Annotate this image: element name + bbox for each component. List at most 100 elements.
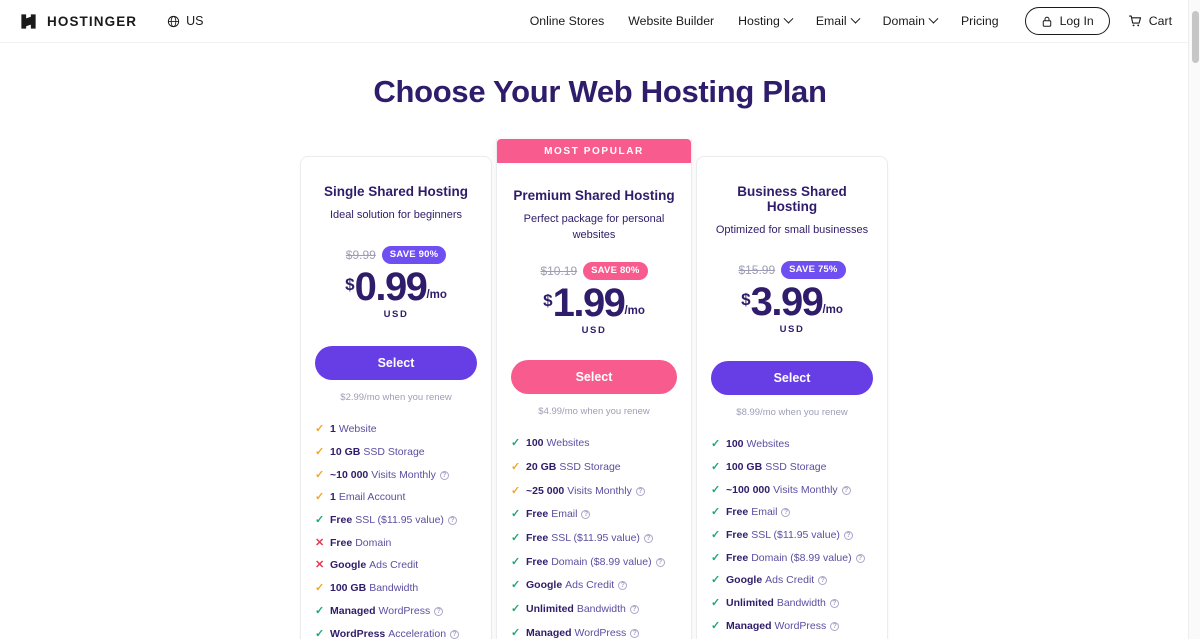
old-price: $9.99 bbox=[345, 247, 376, 262]
feature-text: Unlimited Bandwidth? bbox=[526, 603, 639, 616]
feature-value: WordPress bbox=[330, 627, 386, 639]
plan-name: Single Shared Hosting bbox=[323, 184, 469, 199]
check-icon: ✓ bbox=[315, 468, 325, 481]
feature-value: Google bbox=[330, 559, 367, 572]
feature-item: ✓ 100 Websites bbox=[511, 437, 677, 450]
feature-text: Free Domain ($8.99 value)? bbox=[526, 556, 665, 569]
info-icon[interactable]: ? bbox=[629, 605, 639, 615]
nav-label: Email bbox=[815, 14, 847, 28]
info-icon[interactable]: ? bbox=[855, 553, 865, 563]
page-scrollbar[interactable] bbox=[1188, 0, 1200, 639]
feature-label: Acceleration bbox=[388, 627, 447, 639]
check-icon: ✓ bbox=[711, 551, 721, 564]
plan-tagline: Ideal solution for beginners bbox=[329, 209, 463, 221]
info-icon[interactable]: ? bbox=[630, 628, 640, 638]
select-button[interactable]: Select bbox=[711, 361, 873, 396]
nav-item-hosting[interactable]: Hosting bbox=[726, 13, 804, 28]
check-icon: ✓ bbox=[511, 437, 521, 450]
info-icon[interactable]: ? bbox=[655, 557, 665, 567]
price-currency-code: USD bbox=[779, 324, 805, 336]
locale-selector[interactable]: US bbox=[167, 14, 204, 28]
feature-text: Free SSL ($11.95 value)? bbox=[330, 514, 457, 527]
feature-item: ✓ Managed WordPress? bbox=[315, 605, 477, 618]
check-icon: ✓ bbox=[315, 627, 325, 639]
renewal-note: $2.99/mo when you renew bbox=[340, 392, 452, 404]
login-button[interactable]: Log In bbox=[1024, 7, 1110, 35]
feature-value: 1 bbox=[330, 423, 336, 436]
feature-text: Free SSL ($11.95 value)? bbox=[726, 529, 853, 542]
feature-item: ✓ Managed WordPress? bbox=[711, 620, 873, 633]
info-icon[interactable]: ? bbox=[829, 599, 839, 609]
feature-label: Visits Monthly bbox=[567, 484, 632, 497]
old-price-row: $10.19 SAVE 80% bbox=[511, 261, 677, 280]
check-icon: ✓ bbox=[711, 619, 721, 632]
pricing-cards: Single Shared Hosting Ideal solution for… bbox=[0, 139, 1188, 639]
feature-text: Google Ads Credit? bbox=[726, 574, 828, 587]
price-currency-code: USD bbox=[383, 309, 409, 321]
nav-item-email[interactable]: Email bbox=[804, 13, 871, 28]
check-icon: ✓ bbox=[511, 484, 521, 497]
feature-label: Ads Credit bbox=[765, 574, 815, 587]
site-header: HOSTINGER US Online Stores Website Build… bbox=[0, 0, 1188, 43]
feature-value: 100 GB bbox=[330, 582, 367, 595]
feature-text: Free SSL ($11.95 value)? bbox=[526, 532, 653, 545]
info-icon[interactable]: ? bbox=[830, 621, 840, 631]
price-period: /mo bbox=[426, 289, 447, 302]
check-icon: ✓ bbox=[711, 461, 721, 474]
select-button[interactable]: Select bbox=[315, 346, 477, 381]
info-icon[interactable]: ? bbox=[635, 486, 645, 496]
current-price: $ 1.99 /mo bbox=[511, 283, 677, 323]
select-button[interactable]: Select bbox=[511, 360, 677, 395]
cart-button[interactable]: Cart bbox=[1128, 14, 1172, 28]
chevron-down-icon bbox=[783, 13, 794, 24]
feature-item: ✓ WordPress Acceleration? bbox=[315, 628, 477, 639]
feature-value: Google bbox=[526, 579, 563, 592]
plan-card-premium[interactable]: MOST POPULAR Premium Shared Hosting Perf… bbox=[496, 139, 692, 639]
info-icon[interactable]: ? bbox=[447, 516, 457, 526]
feature-item: ✓ Free Domain ($8.99 value)? bbox=[711, 552, 873, 565]
nav-item-pricing[interactable]: Pricing bbox=[949, 14, 1011, 28]
currency-symbol: $ bbox=[741, 289, 751, 309]
feature-label: SSL ($11.95 value) bbox=[355, 514, 444, 527]
info-icon[interactable]: ? bbox=[841, 485, 851, 495]
feature-value: Free bbox=[526, 508, 549, 521]
feature-label: Ads Credit bbox=[369, 559, 419, 572]
info-icon[interactable]: ? bbox=[843, 531, 853, 541]
feature-item: ✓ Free SSL ($11.95 value)? bbox=[511, 532, 677, 545]
check-icon: ✓ bbox=[711, 597, 721, 610]
info-icon[interactable]: ? bbox=[450, 629, 460, 639]
info-icon[interactable]: ? bbox=[818, 576, 828, 586]
check-icon: ✓ bbox=[711, 506, 721, 519]
plan-card-single[interactable]: Single Shared Hosting Ideal solution for… bbox=[300, 156, 492, 639]
feature-list: ✓ 100 Websites ✓ 20 GB SSD Storage ✓ ~25 000 Vis… bbox=[511, 437, 677, 639]
info-icon[interactable]: ? bbox=[618, 581, 628, 591]
brand-logo-link[interactable]: HOSTINGER bbox=[19, 12, 137, 31]
info-icon[interactable]: ? bbox=[781, 508, 791, 518]
plan-card-business[interactable]: Business Shared Hosting Optimized for sm… bbox=[696, 156, 888, 639]
info-icon[interactable]: ? bbox=[434, 606, 444, 616]
price-block: $9.99 SAVE 90% $ 0.99 /mo USD bbox=[315, 245, 477, 321]
check-icon: ✓ bbox=[711, 483, 721, 496]
info-icon[interactable]: ? bbox=[581, 510, 591, 520]
page-root: HOSTINGER US Online Stores Website Build… bbox=[0, 0, 1200, 639]
save-badge: SAVE 90% bbox=[381, 245, 447, 264]
feature-item: ✓ Google Ads Credit? bbox=[711, 574, 873, 587]
nav-item-online-stores[interactable]: Online Stores bbox=[518, 14, 617, 28]
feature-label: SSL ($11.95 value) bbox=[551, 532, 640, 545]
scrollbar-thumb[interactable] bbox=[1191, 11, 1199, 63]
old-price-row: $9.99 SAVE 90% bbox=[315, 245, 477, 264]
feature-text: Google Ads Credit? bbox=[526, 579, 628, 592]
cart-icon bbox=[1128, 15, 1141, 27]
nav-item-website-builder[interactable]: Website Builder bbox=[616, 14, 726, 28]
info-icon[interactable]: ? bbox=[643, 534, 653, 544]
feature-value: 10 GB bbox=[330, 446, 361, 459]
info-icon[interactable]: ? bbox=[439, 470, 449, 480]
feature-value: Free bbox=[526, 532, 549, 545]
nav-label: Hosting bbox=[738, 14, 780, 28]
nav-item-domain[interactable]: Domain bbox=[871, 13, 949, 28]
page-title: Choose Your Web Hosting Plan bbox=[373, 74, 827, 109]
feature-label: Domain ($8.99 value) bbox=[551, 555, 652, 568]
feature-text: ~10 000 Visits Monthly? bbox=[330, 469, 449, 482]
feature-item: ✓ Free Email? bbox=[711, 506, 873, 519]
feature-label: SSD Storage bbox=[363, 446, 425, 459]
